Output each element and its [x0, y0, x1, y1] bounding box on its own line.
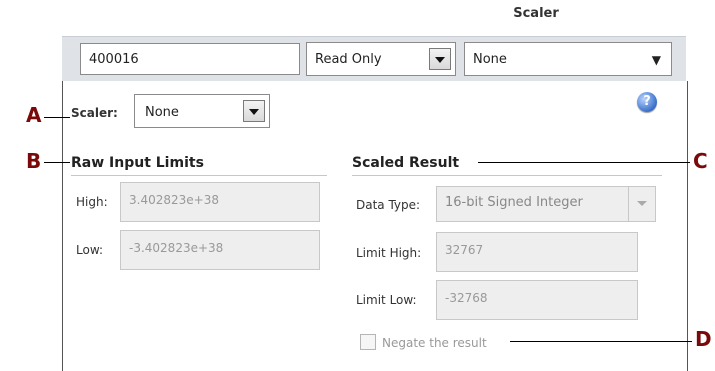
raw-input-limits-title: Raw Input Limits	[71, 155, 204, 171]
raw-low-label: Low:	[76, 243, 104, 257]
callout-a: A	[26, 103, 42, 127]
negate-checkbox[interactable]	[360, 334, 376, 350]
callout-c: C	[693, 149, 708, 173]
raw-high-field[interactable]: 3.402823e+38	[120, 182, 320, 222]
scaler-select-value: None	[145, 105, 179, 120]
raw-limits-divider	[71, 175, 327, 176]
row-scaler-select-value: None	[473, 52, 507, 67]
callout-b: B	[26, 149, 42, 173]
data-type-select[interactable]: 16-bit Signed Integer	[436, 186, 656, 222]
limit-low-label: Limit Low:	[356, 293, 417, 307]
chevron-down-icon[interactable]: ▼	[652, 53, 661, 67]
raw-low-field[interactable]: -3.402823e+38	[120, 230, 320, 270]
scaled-result-title: Scaled Result	[352, 155, 460, 171]
scaler-column-header: Scaler	[513, 6, 559, 21]
limit-high-label: Limit High:	[356, 246, 422, 260]
address-field[interactable]: 400016	[80, 43, 300, 75]
callout-d: D	[695, 327, 712, 351]
data-type-label: Data Type:	[356, 198, 421, 212]
scaler-select[interactable]: None	[134, 94, 270, 128]
limit-high-field[interactable]: 32767	[436, 232, 638, 272]
scaler-label: Scaler:	[71, 106, 118, 120]
callout-c-line	[478, 162, 690, 163]
help-icon[interactable]: ?	[637, 92, 657, 112]
limit-low-field[interactable]: -32768	[436, 280, 638, 320]
chevron-down-icon[interactable]	[243, 100, 265, 122]
callout-b-line	[44, 162, 70, 163]
callout-a-line	[44, 117, 70, 118]
chevron-down-icon[interactable]	[628, 187, 655, 221]
scaled-result-divider	[352, 175, 662, 176]
data-type-select-value: 16-bit Signed Integer	[445, 195, 583, 210]
row-scaler-select[interactable]: None ▼	[464, 42, 672, 76]
callout-d-line	[510, 341, 692, 342]
chevron-down-icon[interactable]	[429, 48, 451, 70]
access-select[interactable]: Read Only	[306, 42, 456, 76]
raw-high-label: High:	[76, 195, 108, 209]
negate-label: Negate the result	[382, 336, 487, 350]
access-select-value: Read Only	[315, 52, 382, 67]
